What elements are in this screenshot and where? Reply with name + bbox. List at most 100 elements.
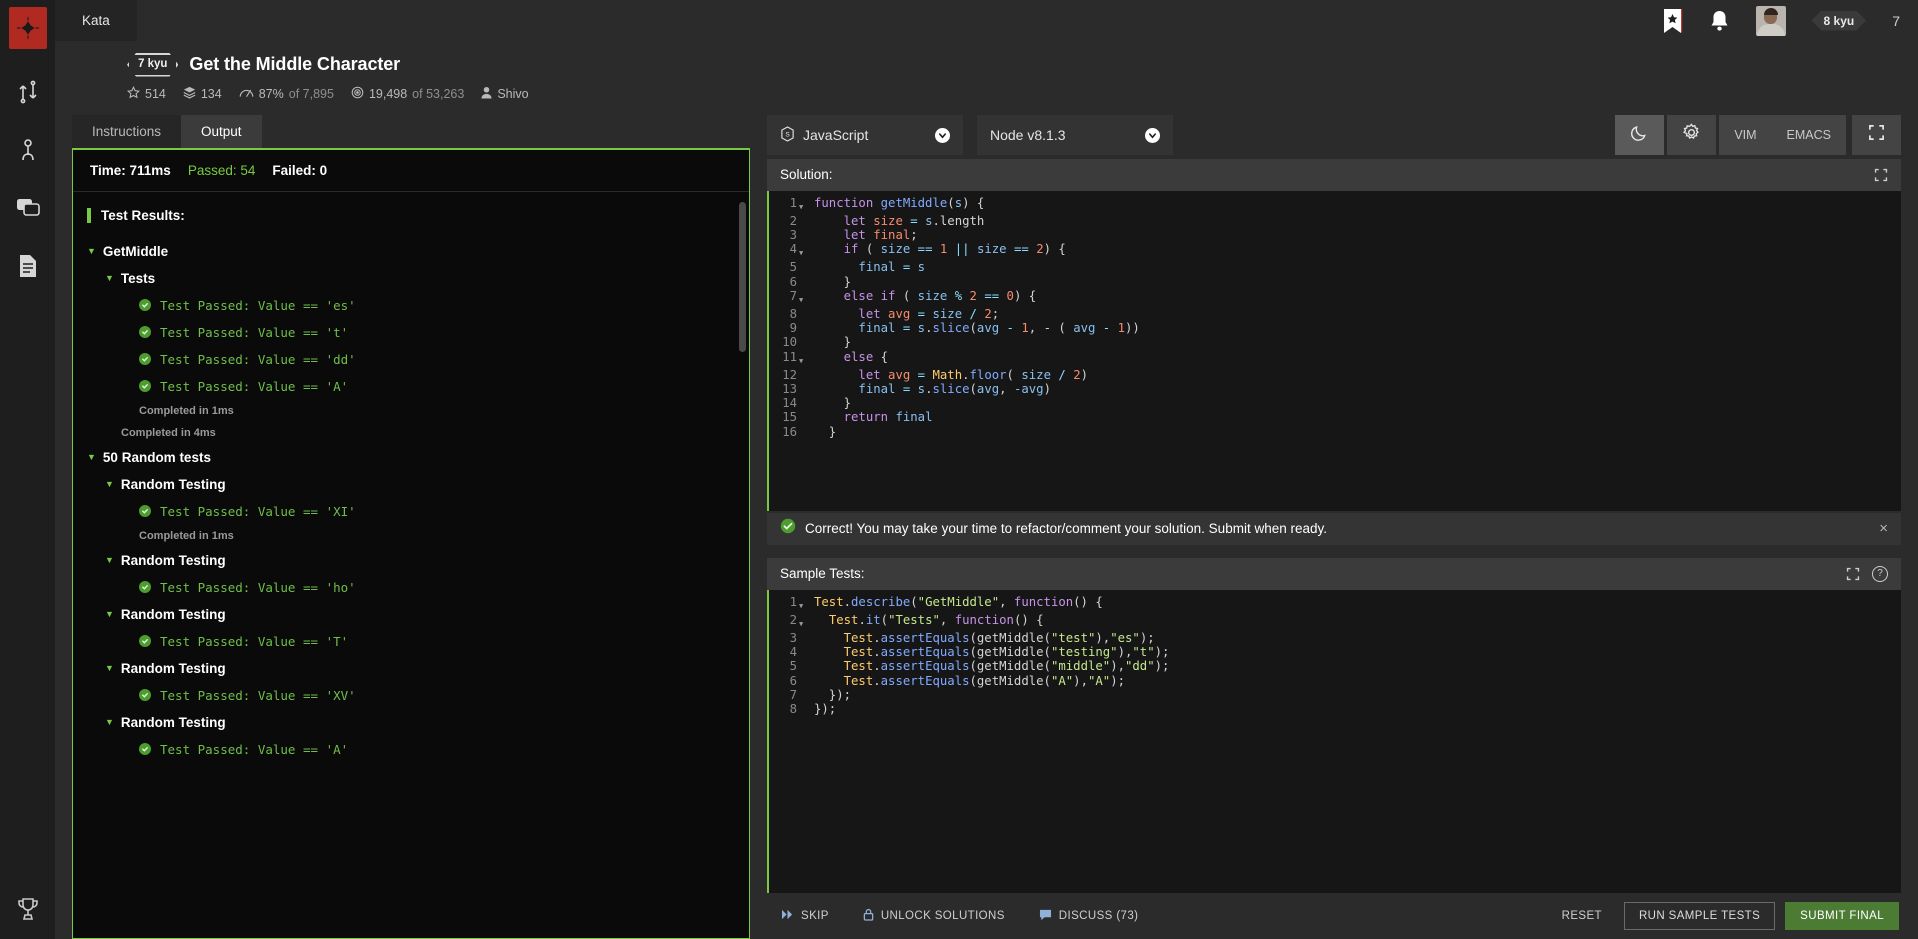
discussion-icon[interactable] bbox=[0, 179, 55, 237]
run-sample-tests-label: RUN SAMPLE TESTS bbox=[1638, 910, 1761, 922]
submit-final-button[interactable]: SUBMIT FINAL bbox=[1785, 902, 1899, 930]
test-completed-label: Completed in 1ms bbox=[139, 529, 234, 542]
submit-final-label: SUBMIT FINAL bbox=[1800, 910, 1884, 922]
test-group-label: Random Testing bbox=[120, 660, 226, 676]
code-text: Test.assertEquals(getMiddle("middle"),"d… bbox=[843, 659, 1170, 674]
test-group-label: Tests bbox=[120, 270, 156, 286]
skip-button[interactable]: SKIP bbox=[769, 901, 841, 931]
line-number: 5 bbox=[789, 659, 797, 674]
panel-tabs: Instructions Output bbox=[72, 114, 750, 148]
line-number: 16 bbox=[782, 424, 797, 439]
stat-percent-value: 87% bbox=[258, 86, 284, 101]
user-avatar[interactable] bbox=[1755, 5, 1786, 36]
code-text: Test.assertEquals(getMiddle("testing"),"… bbox=[843, 645, 1170, 660]
fold-caret-icon[interactable]: ▼ bbox=[799, 350, 808, 368]
test-passed-label: Test Passed: Value == 'XV' bbox=[160, 687, 356, 703]
left-pane: Instructions Output Time: 711ms Passed: … bbox=[72, 102, 750, 939]
test-group-label: GetMiddle bbox=[102, 243, 169, 259]
solution-code-line: 11 ▼ else { bbox=[769, 350, 1901, 368]
tab-output[interactable]: Output bbox=[181, 114, 262, 148]
caret-down-icon: ▼ bbox=[87, 245, 96, 256]
code-text: Test.assertEquals(getMiddle("test"),"es"… bbox=[843, 630, 1155, 645]
solution-code-line: 4 ▼ if ( size == 1 || size == 2) { bbox=[769, 242, 1901, 260]
output-scrollbar[interactable] bbox=[739, 201, 746, 352]
trophy-icon[interactable] bbox=[0, 897, 55, 921]
fold-caret-icon[interactable]: ▼ bbox=[799, 595, 808, 613]
bell-icon[interactable] bbox=[1709, 9, 1730, 33]
discuss-button[interactable]: DISCUSS (73) bbox=[1027, 901, 1151, 932]
sample-tests-code-editor[interactable]: 1 ▼ Test.describe("GetMiddle", function() … bbox=[767, 589, 1901, 893]
tab-instructions[interactable]: Instructions bbox=[72, 114, 182, 148]
language-select[interactable]: S JavaScript bbox=[767, 115, 963, 155]
test-group-row[interactable]: ▼ 50 Random tests bbox=[87, 444, 749, 471]
star-icon bbox=[126, 85, 141, 102]
sample-code-line: 1 ▼ Test.describe("GetMiddle", function() … bbox=[769, 595, 1901, 613]
output-time: Time: 711ms bbox=[90, 162, 171, 178]
user-rank-badge[interactable]: 8 kyu bbox=[1812, 11, 1867, 31]
theme-dark-button[interactable] bbox=[1615, 115, 1665, 155]
success-banner: Correct! You may take your time to refac… bbox=[767, 512, 1901, 545]
keymap-vim-button[interactable]: VIM bbox=[1719, 128, 1771, 142]
layers-icon bbox=[183, 86, 196, 102]
kumite-icon[interactable] bbox=[0, 121, 55, 179]
solution-code-line: 16 } bbox=[769, 425, 1901, 439]
fold-caret-icon[interactable]: ▼ bbox=[799, 196, 808, 214]
stat-satisfaction-value: 134 bbox=[200, 86, 222, 101]
close-icon[interactable]: × bbox=[1879, 520, 1888, 537]
sample-code-line: 3 Test.assertEquals(getMiddle("test"),"e… bbox=[769, 631, 1901, 645]
code-text: let avg = Math.floor( size / 2) bbox=[858, 367, 1089, 382]
solution-expand-icon[interactable] bbox=[1874, 168, 1888, 182]
line-number: 4 bbox=[789, 645, 797, 660]
fold-caret-icon[interactable]: ▼ bbox=[799, 289, 808, 307]
person-icon bbox=[481, 86, 492, 102]
test-group-row[interactable]: ▼ Random Testing bbox=[87, 471, 749, 498]
lock-icon bbox=[863, 908, 874, 924]
reset-button[interactable]: RESET bbox=[1550, 902, 1614, 930]
caret-down-icon: ▼ bbox=[105, 662, 114, 673]
fold-caret-icon[interactable]: ▼ bbox=[799, 242, 808, 260]
test-passed-row: Test Passed: Value == 'dd' bbox=[87, 346, 749, 373]
stat-author-name[interactable]: Shivo bbox=[497, 87, 528, 101]
bookmark-icon[interactable] bbox=[1662, 8, 1683, 34]
codewars-logo-icon[interactable] bbox=[8, 7, 47, 49]
editor-fullscreen-button[interactable] bbox=[1852, 115, 1901, 155]
code-text: if ( size == 1 || size == 2) { bbox=[843, 242, 1066, 257]
sample-expand-icon[interactable] bbox=[1846, 567, 1860, 581]
code-text: final = s.slice(avg - 1, - ( avg - 1)) bbox=[858, 321, 1140, 336]
test-passed-label: Test Passed: Value == 'A' bbox=[160, 741, 349, 757]
test-group-row[interactable]: ▼ Tests bbox=[87, 265, 749, 292]
unlock-solutions-button[interactable]: UNLOCK SOLUTIONS bbox=[851, 900, 1017, 932]
runtime-select[interactable]: Node v8.1.3 bbox=[977, 115, 1173, 155]
test-group-row[interactable]: ▼ Random Testing bbox=[87, 547, 749, 574]
main-column: Kata 8 kyu 7 7 kyu Get the Middle Charac… bbox=[55, 0, 1918, 939]
run-sample-tests-button[interactable]: RUN SAMPLE TESTS bbox=[1623, 902, 1776, 930]
kata-icon[interactable] bbox=[0, 63, 55, 121]
fold-caret-icon[interactable]: ▼ bbox=[799, 613, 808, 631]
test-group-row[interactable]: ▼ Random Testing bbox=[87, 655, 749, 682]
sample-code-line: 2 ▼ Test.it("Tests", function() { bbox=[769, 613, 1901, 631]
nav-tab-kata[interactable]: Kata bbox=[55, 0, 137, 41]
test-group-row[interactable]: ▼ Random Testing bbox=[87, 709, 749, 736]
sample-help-icon[interactable]: ? bbox=[1872, 565, 1888, 582]
reset-label: RESET bbox=[1561, 910, 1602, 922]
docs-icon[interactable] bbox=[0, 237, 55, 295]
caret-down-icon: ▼ bbox=[105, 554, 114, 565]
success-check-icon bbox=[780, 518, 796, 539]
code-text: Test.describe("GetMiddle", function() { bbox=[814, 594, 1103, 609]
output-scroll-area[interactable]: Test Results: ▼ GetMiddle ▼ Tests Test Passe… bbox=[73, 192, 749, 939]
editor-settings-button[interactable] bbox=[1667, 115, 1717, 155]
check-circle-icon bbox=[139, 689, 151, 701]
test-group-row[interactable]: ▼ GetMiddle bbox=[87, 238, 749, 265]
discuss-label: DISCUSS (73) bbox=[1058, 910, 1139, 922]
stat-stars-value: 514 bbox=[145, 86, 166, 101]
line-number: 3 bbox=[789, 630, 797, 645]
stat-completed: 19,498 of 53,263 bbox=[351, 86, 464, 102]
solution-code-editor[interactable]: 1 ▼ function getMiddle(s) {2 let size = s.… bbox=[767, 190, 1901, 511]
keymap-emacs-button[interactable]: EMACS bbox=[1772, 128, 1846, 142]
test-group-row[interactable]: ▼ Random Testing bbox=[87, 601, 749, 628]
